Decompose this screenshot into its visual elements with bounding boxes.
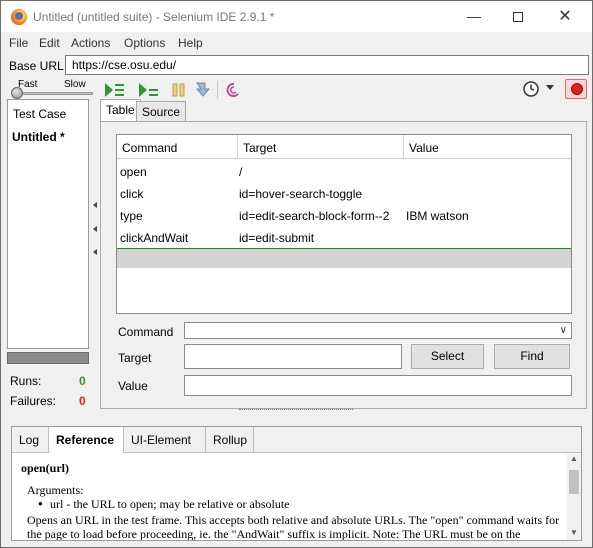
play-test-case-icon[interactable]	[138, 81, 160, 99]
record-icon	[571, 83, 583, 95]
menu-options[interactable]: Options	[124, 36, 165, 50]
run-progress-bar	[7, 352, 89, 364]
record-button[interactable]	[565, 79, 587, 99]
reference-description: Opens an URL in the test frame. This acc…	[27, 513, 560, 540]
test-suite-panel: Test Case Untitled * Runs: 0 Failures: 0	[7, 99, 89, 411]
column-header-target[interactable]: Target	[238, 135, 404, 159]
collapse-arrow-icon[interactable]	[93, 226, 97, 232]
window-title: Untitled (untitled suite) - Selenium IDE…	[33, 10, 275, 24]
play-suite-icon[interactable]	[104, 81, 126, 99]
column-header-command[interactable]: Command	[117, 135, 238, 159]
scroll-up-icon[interactable]: ▲	[570, 454, 578, 463]
tab-ui-element[interactable]: UI-Element	[124, 427, 206, 453]
speed-slider-thumb[interactable]	[11, 87, 23, 99]
base-url-input[interactable]: https://cse.osu.edu/	[65, 55, 589, 75]
test-case-item[interactable]: Untitled *	[12, 130, 65, 144]
clock-icon[interactable]	[523, 81, 539, 97]
runs-count: 0	[79, 374, 86, 388]
reference-arguments-label: Arguments:	[27, 483, 84, 497]
speed-slow-label: Slow	[64, 79, 86, 90]
table-row[interactable]: click id=hover-search-toggle	[117, 183, 571, 205]
menu-help[interactable]: Help	[178, 36, 203, 50]
menu-file[interactable]: File	[9, 36, 28, 50]
tab-log[interactable]: Log	[12, 427, 49, 453]
reference-argument-item: url - the URL to open; may be relative o…	[38, 497, 290, 512]
test-case-list: Test Case Untitled *	[7, 99, 89, 349]
scrollbar-thumb[interactable]	[569, 470, 579, 494]
firefox-logo-icon	[11, 9, 27, 25]
horizontal-splitter[interactable]	[239, 409, 353, 415]
scroll-down-icon[interactable]: ▼	[570, 528, 578, 537]
cell-target: /	[239, 165, 243, 179]
editor-panel: Command Target Value open / click id=hov…	[100, 121, 587, 409]
value-label: Value	[118, 379, 148, 393]
select-button[interactable]: Select	[411, 344, 484, 369]
step-icon[interactable]	[193, 81, 215, 99]
vertical-splitter[interactable]	[92, 99, 98, 411]
failures-label: Failures:	[10, 394, 57, 408]
table-row[interactable]: open /	[117, 161, 571, 183]
cell-command: clickAndWait	[120, 231, 189, 245]
minimize-button[interactable]: —	[451, 1, 497, 32]
table-row[interactable]: clickAndWait id=edit-submit	[117, 227, 571, 249]
schedule-dropdown-icon[interactable]	[546, 85, 554, 90]
close-button[interactable]: ✕	[542, 1, 588, 32]
command-label: Command	[118, 325, 174, 339]
rollup-icon[interactable]	[223, 81, 245, 99]
cell-target: id=edit-submit	[239, 231, 315, 245]
collapse-arrow-icon[interactable]	[93, 202, 97, 208]
tab-reference[interactable]: Reference	[49, 427, 124, 453]
tab-rollup[interactable]: Rollup	[206, 427, 254, 453]
reference-title: open(url)	[21, 461, 69, 475]
tab-source[interactable]: Source	[136, 101, 187, 121]
maximize-icon	[513, 12, 523, 23]
reference-content: open(url) Arguments: url - the URL to op…	[12, 454, 567, 540]
runs-label: Runs:	[10, 374, 42, 388]
menu-edit[interactable]: Edit	[39, 36, 60, 50]
selenium-ide-window: Untitled (untitled suite) - Selenium IDE…	[0, 0, 593, 548]
title-bar: Untitled (untitled suite) - Selenium IDE…	[1, 1, 592, 32]
test-case-header: Test Case	[13, 107, 67, 121]
command-combobox[interactable]: ∨	[184, 322, 572, 339]
target-input[interactable]	[184, 344, 402, 369]
speed-slider-track[interactable]	[13, 92, 93, 95]
tab-table[interactable]: Table	[100, 99, 141, 122]
chevron-down-icon: ∨	[559, 325, 567, 336]
selected-empty-row[interactable]	[117, 248, 571, 268]
table-row[interactable]: type id=edit-search-block-form--2 IBM wa…	[117, 205, 571, 227]
collapse-arrow-icon[interactable]	[93, 249, 97, 255]
command-table: Command Target Value open / click id=hov…	[116, 134, 572, 314]
toolbar-separator	[217, 81, 218, 99]
cell-target: id=edit-search-block-form--2	[239, 209, 390, 223]
column-header-value[interactable]: Value	[404, 135, 571, 159]
maximize-button[interactable]	[495, 1, 541, 32]
target-label: Target	[118, 351, 152, 365]
base-url-label: Base URL	[9, 59, 64, 73]
failures-count: 0	[79, 394, 86, 408]
cell-command: click	[120, 187, 144, 201]
cell-target: id=hover-search-toggle	[239, 187, 363, 201]
find-button[interactable]: Find	[494, 344, 570, 369]
bottom-panel: Log Reference UI-Element Rollup open(url…	[11, 426, 582, 541]
pause-icon[interactable]	[169, 81, 191, 99]
cell-command: type	[120, 209, 143, 223]
tab-strip-filler	[254, 427, 581, 453]
cell-value: IBM watson	[406, 209, 469, 223]
value-input[interactable]	[184, 375, 572, 396]
cell-command: open	[120, 165, 147, 179]
reference-scrollbar[interactable]: ▲ ▼	[567, 454, 581, 540]
menu-actions[interactable]: Actions	[71, 36, 110, 50]
